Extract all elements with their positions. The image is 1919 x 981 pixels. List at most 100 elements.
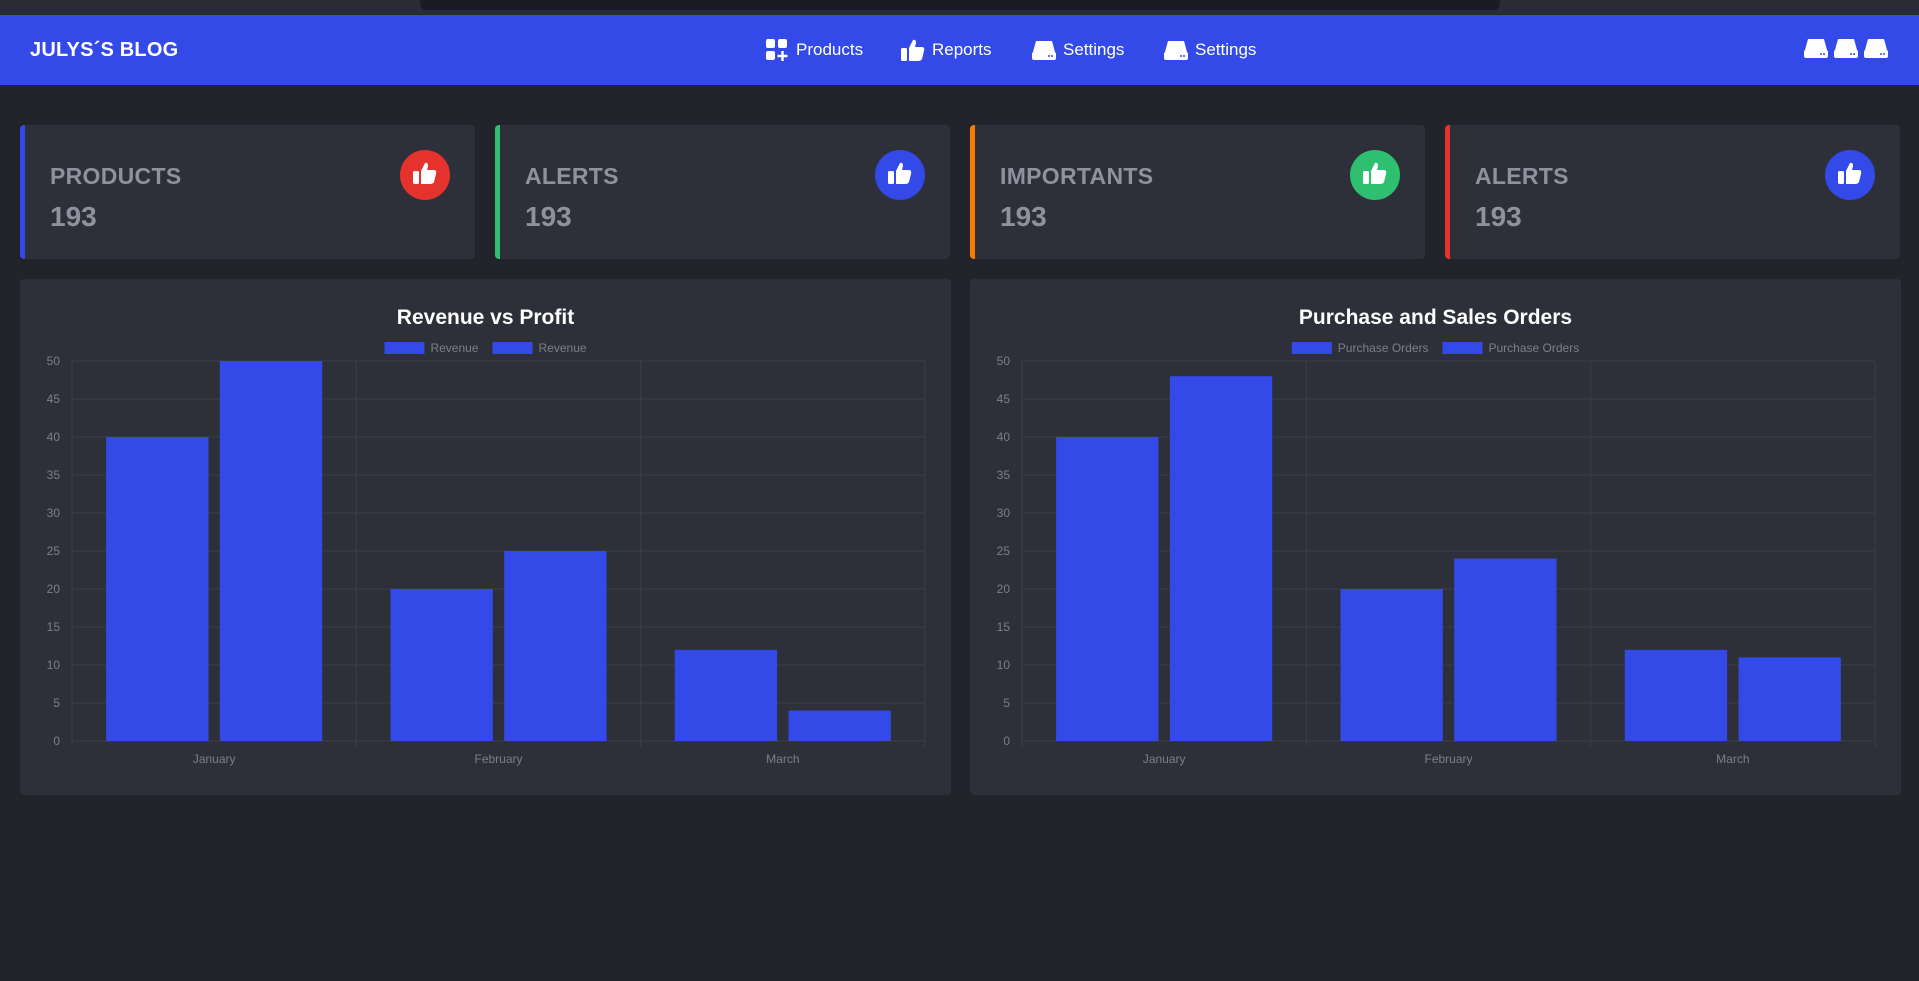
bar[interactable] [504, 551, 607, 741]
legend-item[interactable]: Purchase Orders [1442, 341, 1580, 355]
y-tick-label: 15 [47, 620, 61, 634]
x-tick-label: January [193, 752, 236, 766]
legend-label: Purchase Orders [1338, 341, 1429, 355]
legend-item[interactable]: Purchase Orders [1291, 341, 1429, 355]
card-accent-bar [495, 125, 500, 259]
x-tick-label: January [1143, 752, 1186, 766]
card-value: 193 [1475, 201, 1522, 232]
thumbs-up-icon [1837, 160, 1863, 191]
legend-item[interactable]: Revenue [384, 341, 479, 355]
card-value: 193 [50, 201, 97, 232]
card-value: 193 [525, 201, 572, 232]
bar-chart-revenue-vs-profit: Revenue vs Profit Revenue Revenue 0 5 10 15 20 2… [47, 306, 926, 766]
bar[interactable] [1624, 649, 1728, 741]
y-tick-label: 0 [1003, 734, 1010, 748]
card-accent-bar [20, 125, 25, 259]
thumbs-up-icon [412, 160, 438, 191]
nav-item-label: Products [796, 40, 864, 59]
y-tick-label: 10 [997, 658, 1011, 672]
legend-swatch [384, 342, 425, 354]
y-tick-label: 25 [997, 544, 1011, 558]
card-label: ALERTS [1475, 163, 1569, 189]
y-tick-label: 35 [47, 468, 61, 482]
card-accent-bar [970, 125, 975, 259]
y-tick-label: 25 [47, 544, 61, 558]
y-tick-label: 30 [47, 506, 61, 520]
nav-right-icons [1803, 35, 1889, 61]
y-tick-label: 50 [47, 354, 61, 368]
top-navbar: JULYS´S BLOG Products Reports Settings S… [0, 15, 1919, 85]
chart-panel-purchase-sales-orders: Purchase and Sales Orders Purchase Orders… [970, 279, 1901, 795]
y-tick-label: 45 [47, 392, 61, 406]
thumbs-up-icon [900, 37, 926, 63]
hard-drive-icon[interactable] [1863, 35, 1889, 61]
nav-item-settings-2[interactable]: Settings [1163, 35, 1256, 65]
nav-item-label: Reports [932, 40, 992, 59]
stat-card-alerts: ALERTS 193 [495, 125, 950, 259]
card-label: ALERTS [525, 163, 619, 189]
card-label: IMPORTANTS [1000, 163, 1154, 189]
legend-label: Revenue [539, 341, 587, 355]
legend-swatch [492, 342, 533, 354]
bar[interactable] [219, 361, 323, 741]
bar-chart-purchase-sales-orders: Purchase and Sales Orders Purchase Orders… [997, 306, 1876, 766]
nav-item-settings[interactable]: Settings [1031, 35, 1124, 65]
legend-item[interactable]: Revenue [492, 341, 587, 355]
y-tick-label: 15 [997, 620, 1011, 634]
hard-drive-icon [1031, 37, 1057, 63]
brand-title[interactable]: JULYS´S BLOG [30, 39, 178, 62]
card-accent-bar [1445, 125, 1450, 259]
stat-card-products: PRODUCTS 193 [20, 125, 475, 259]
y-tick-label: 20 [997, 582, 1011, 596]
y-tick-label: 10 [47, 658, 61, 672]
bar[interactable] [390, 589, 493, 741]
browser-address-bar[interactable] [420, 0, 1500, 10]
card-icon-badge [1825, 150, 1875, 200]
chart-title: Revenue vs Profit [397, 306, 574, 329]
bar[interactable] [1169, 376, 1273, 741]
legend-label: Purchase Orders [1489, 341, 1580, 355]
legend-label: Revenue [430, 341, 478, 355]
y-tick-label: 40 [47, 430, 61, 444]
y-tick-label: 45 [997, 392, 1011, 406]
nav-item-label: Settings [1195, 40, 1257, 59]
bar[interactable] [106, 437, 209, 741]
card-icon-badge [875, 150, 925, 200]
x-tick-label: February [474, 752, 522, 766]
bar[interactable] [1056, 437, 1159, 741]
bar[interactable] [788, 710, 891, 741]
bar[interactable] [1454, 558, 1557, 741]
stat-card-importants: IMPORTANTS 193 [970, 125, 1425, 259]
nav-item-label: Settings [1063, 40, 1125, 59]
chart-title: Purchase and Sales Orders [1299, 306, 1572, 329]
bar[interactable] [1738, 657, 1841, 741]
x-tick-label: March [766, 752, 799, 766]
y-tick-label: 20 [47, 582, 61, 596]
bar[interactable] [674, 649, 778, 741]
card-icon-badge [1350, 150, 1400, 200]
hard-drive-icon[interactable] [1833, 35, 1859, 61]
y-tick-label: 0 [53, 734, 60, 748]
x-tick-label: March [1716, 752, 1749, 766]
y-tick-label: 5 [1003, 696, 1010, 710]
y-tick-label: 35 [997, 468, 1011, 482]
legend-swatch [1291, 342, 1332, 354]
legend-swatch [1442, 342, 1483, 354]
bar[interactable] [1340, 589, 1443, 741]
y-tick-label: 5 [53, 696, 60, 710]
card-value: 193 [1000, 201, 1047, 232]
stat-card-alerts-2: ALERTS 193 [1445, 125, 1900, 259]
browser-chrome [0, 0, 1919, 15]
x-tick-label: February [1424, 752, 1472, 766]
y-tick-label: 50 [997, 354, 1011, 368]
hard-drive-icon [1163, 37, 1189, 63]
y-tick-label: 30 [997, 506, 1011, 520]
chart-panel-revenue-vs-profit: Revenue vs Profit Revenue Revenue 0 5 10 15 20 2… [20, 279, 951, 795]
hard-drive-icon[interactable] [1803, 35, 1829, 61]
y-tick-label: 40 [997, 430, 1011, 444]
nav-item-products[interactable]: Products [764, 35, 863, 65]
grid-plus-icon [764, 37, 790, 63]
card-label: PRODUCTS [50, 163, 182, 189]
nav-item-reports[interactable]: Reports [900, 35, 992, 65]
thumbs-up-icon [887, 160, 913, 191]
